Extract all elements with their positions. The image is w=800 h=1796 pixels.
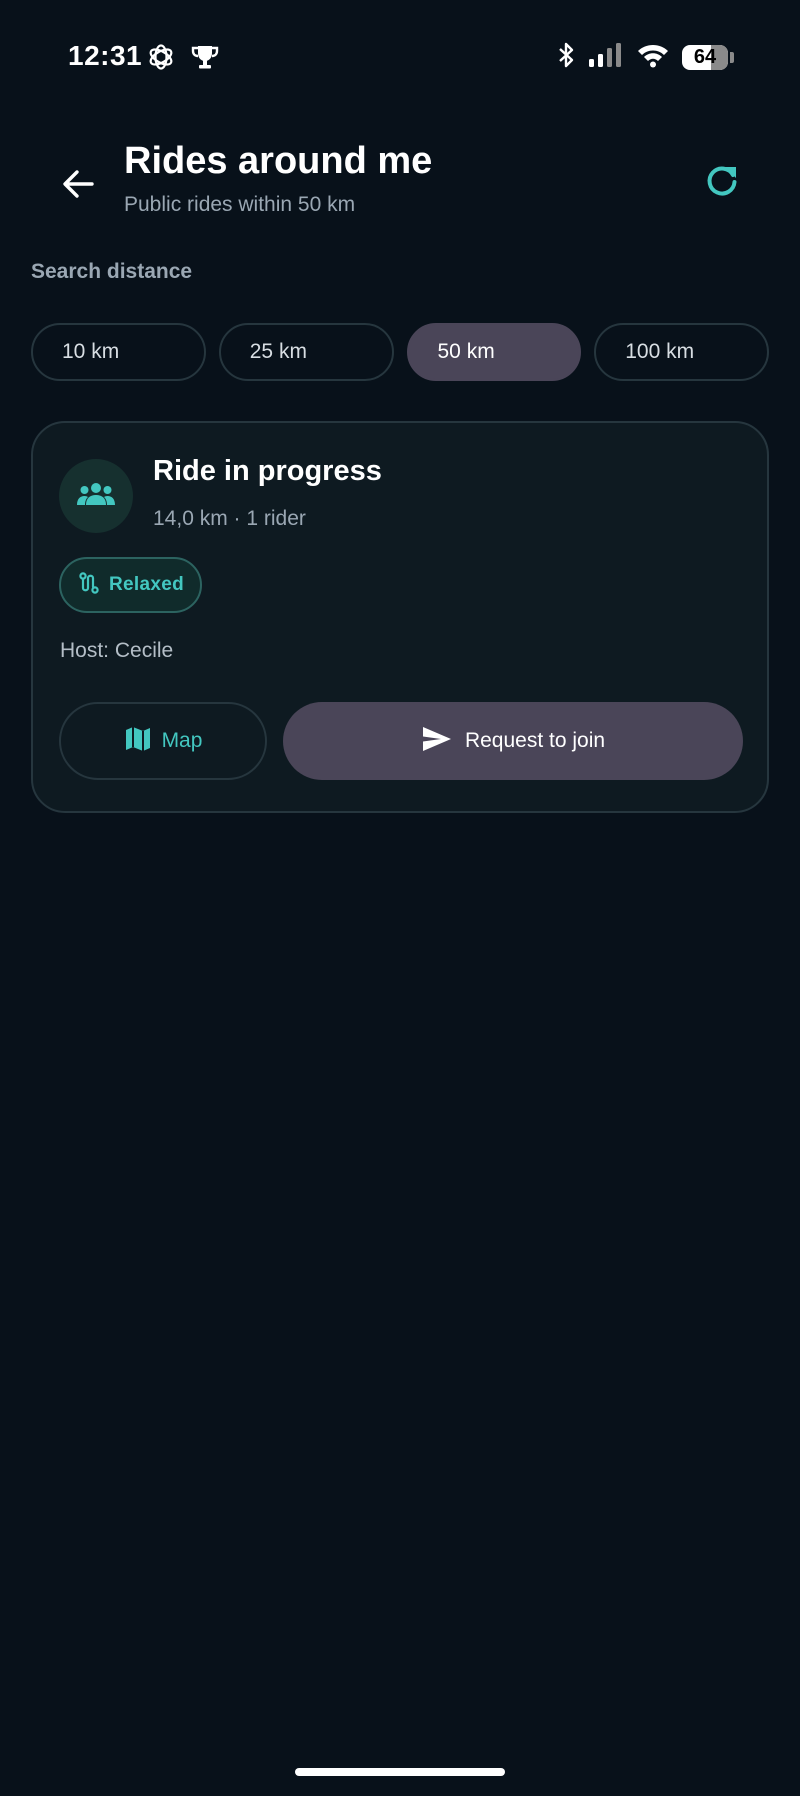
bluetooth-icon: [556, 41, 576, 74]
map-icon: [124, 725, 152, 758]
arrow-back-icon: [60, 166, 96, 207]
map-button[interactable]: Map: [59, 702, 267, 780]
distance-chip-10km[interactable]: 10 km: [31, 323, 206, 381]
status-bar: 12:31 64: [0, 0, 800, 115]
pace-label: Relaxed: [109, 574, 184, 595]
battery-cap: [730, 51, 734, 63]
distance-chip-25km[interactable]: 25 km: [218, 323, 394, 381]
page-subtitle: Public rides within 50 km: [124, 193, 356, 216]
request-to-join-label: Request to join: [464, 729, 606, 752]
pace-badge: Relaxed: [59, 557, 202, 613]
refresh-button[interactable]: [696, 158, 748, 210]
host-text: Host: Cecile: [60, 639, 174, 662]
signal-icon: [588, 42, 624, 73]
refresh-icon: [703, 163, 741, 206]
distance-chip-group: 10 km 25 km 50 km 100 km: [31, 323, 769, 381]
home-indicator[interactable]: [295, 1768, 505, 1776]
header: Rides around me Public rides within 50 k…: [0, 130, 800, 230]
group-icon: [76, 479, 116, 514]
ride-avatar: [59, 459, 133, 533]
ride-meta: 14,0 km · 1 rider: [153, 507, 306, 530]
ride-title: Ride in progress: [153, 455, 382, 487]
request-to-join-button[interactable]: Request to join: [283, 702, 743, 780]
trophy-icon: [190, 42, 220, 72]
status-time: 12:31: [68, 40, 143, 71]
distance-chip-50km[interactable]: 50 km: [406, 323, 582, 381]
search-distance-label: Search distance: [31, 260, 193, 283]
wifi-icon: [636, 42, 670, 73]
map-label: Map: [161, 729, 203, 752]
back-button[interactable]: [52, 160, 104, 212]
page-title: Rides around me: [124, 140, 433, 182]
openai-icon: [146, 42, 176, 72]
battery-indicator: 64: [682, 44, 728, 70]
distance-chip-100km[interactable]: 100 km: [594, 323, 769, 381]
send-icon: [421, 725, 453, 758]
battery-level: 64: [693, 45, 717, 68]
status-right-icons: 64: [556, 42, 734, 72]
route-icon: [77, 571, 101, 600]
ride-card: Ride in progress 14,0 km · 1 rider Relax…: [31, 421, 769, 813]
